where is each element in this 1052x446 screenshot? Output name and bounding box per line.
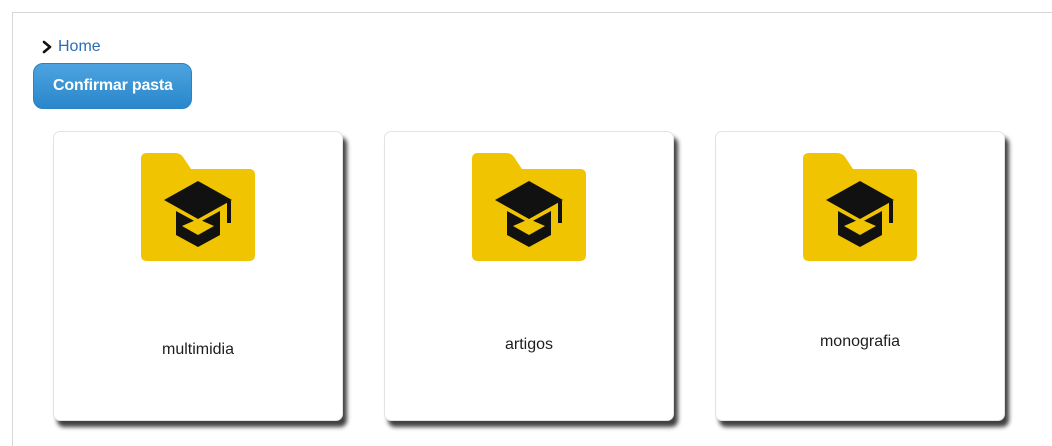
chevron-right-icon (42, 40, 52, 54)
breadcrumb: Home (41, 37, 101, 57)
folder-card-monografia[interactable]: monografia (715, 131, 1005, 421)
graduation-cap-folder-icon (803, 153, 917, 261)
folder-name: monografia (819, 333, 901, 350)
folder-name: multimidia (161, 341, 234, 358)
folder-card-artigos[interactable]: artigos (384, 131, 674, 421)
breadcrumb-home-link[interactable]: Home (58, 38, 101, 56)
confirm-folder-button[interactable]: Confirmar pasta (33, 63, 192, 109)
graduation-cap-folder-icon (472, 153, 586, 261)
folder-name: artigos (504, 336, 554, 353)
folder-card-multimidia[interactable]: multimidia (53, 131, 343, 421)
folder-grid: multimidia artigos monografia (53, 131, 1005, 421)
graduation-cap-folder-icon (141, 153, 255, 261)
file-browser-panel: Home Confirmar pasta multimidia artigos (12, 12, 1052, 446)
